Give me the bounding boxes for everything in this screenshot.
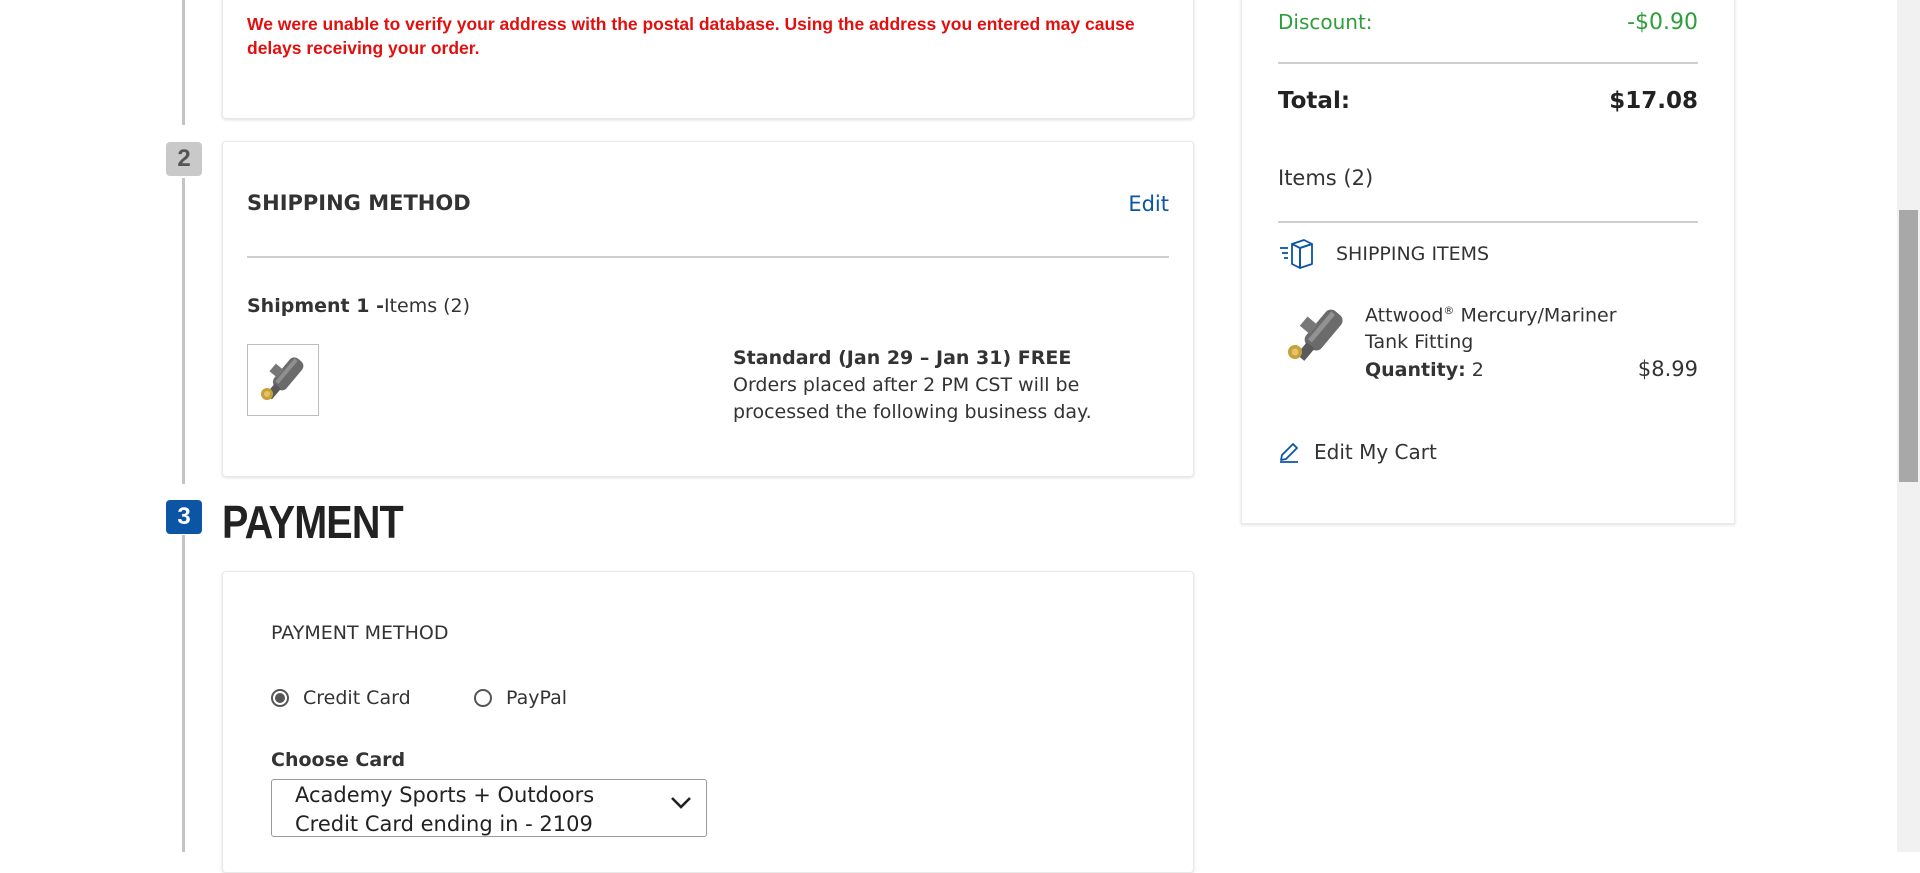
paypal-radio-option[interactable]: PayPal — [474, 687, 567, 709]
delivery-option-note: Orders placed after 2 PM CST will be pro… — [733, 374, 1092, 423]
shipping-method-edit-link[interactable]: Edit — [1128, 192, 1169, 216]
line-item-name[interactable]: Attwood® Mercury/Mariner Tank Fitting — [1365, 297, 1665, 356]
divider — [247, 256, 1169, 258]
shipping-items-label: SHIPPING ITEMS — [1336, 243, 1490, 265]
credit-card-label: Credit Card — [303, 687, 411, 709]
total-row: Total: $17.08 — [1278, 88, 1698, 114]
quantity-value: 2 — [1471, 359, 1484, 381]
discount-value: -$0.90 — [1627, 10, 1698, 35]
edit-my-cart-label: Edit My Cart — [1314, 440, 1437, 464]
quantity-label: Quantity: — [1365, 359, 1466, 381]
delivery-option: Standard (Jan 29 – Jan 31) FREE Orders p… — [733, 345, 1133, 426]
line-item-price: $8.99 — [1637, 357, 1698, 381]
total-value: $17.08 — [1609, 88, 1698, 114]
paypal-label: PayPal — [506, 687, 568, 709]
divider — [1278, 62, 1698, 64]
choose-card-select[interactable]: Academy Sports + Outdoors Credit Card en… — [271, 779, 707, 837]
shipping-method-card: SHIPPING METHOD Edit Shipment 1 -Items (… — [222, 141, 1194, 477]
address-verification-warning: We were unable to verify your address wi… — [247, 14, 1135, 58]
checkout-timeline-upper — [182, 0, 185, 125]
line-item-brand: Attwood — [1365, 304, 1444, 327]
line-item-image — [1276, 301, 1356, 371]
page-scrollbar-track[interactable] — [1897, 0, 1920, 852]
discount-row: Discount: -$0.90 — [1278, 10, 1698, 35]
radio-selected-icon[interactable] — [271, 689, 289, 707]
divider — [1278, 221, 1698, 223]
shipping-address-card: We were unable to verify your address wi… — [222, 0, 1194, 119]
choose-card-label: Choose Card — [271, 749, 406, 771]
payment-heading: PAYMENT — [222, 496, 404, 548]
shipment-label: Shipment 1 -Items (2) — [247, 295, 470, 317]
payment-method-label: PAYMENT METHOD — [271, 622, 449, 644]
chevron-down-icon — [671, 797, 691, 809]
edit-my-cart-link[interactable]: Edit My Cart — [1278, 440, 1437, 464]
step-3-badge: 3 — [166, 500, 202, 534]
selected-card-value: Academy Sports + Outdoors Credit Card en… — [295, 783, 595, 836]
items-count: Items (2) — [1278, 166, 1374, 190]
page-scrollbar-thumb[interactable] — [1899, 210, 1918, 482]
line-item-quantity: Quantity: 2 — [1365, 359, 1484, 381]
delivery-option-title: Standard (Jan 29 – Jan 31) FREE — [733, 347, 1072, 369]
shipment-number: Shipment 1 - — [247, 295, 384, 317]
discount-label: Discount: — [1278, 10, 1373, 34]
shipment-product-thumbnail — [247, 344, 319, 416]
tank-fitting-image — [1288, 309, 1343, 361]
credit-card-radio-option[interactable]: Credit Card — [271, 687, 411, 709]
shipping-items-header: SHIPPING ITEMS — [1278, 238, 1489, 270]
total-label: Total: — [1278, 88, 1351, 114]
checkout-timeline-middle — [182, 178, 185, 484]
order-summary-panel: Discount: -$0.90 Total: $17.08 Items (2)… — [1241, 0, 1735, 524]
shipment-items-count: Items (2) — [383, 295, 471, 317]
trademark-symbol: ® — [1443, 304, 1455, 317]
checkout-timeline-lower — [182, 535, 185, 852]
tank-fitting-image — [261, 357, 304, 400]
pencil-icon — [1280, 443, 1298, 463]
shipping-method-title: SHIPPING METHOD — [247, 191, 471, 215]
payment-card: PAYMENT METHOD Credit Card PayPal Choose… — [222, 571, 1194, 873]
radio-unselected-icon[interactable] — [474, 689, 492, 707]
step-2-badge: 2 — [166, 142, 202, 176]
package-icon — [1280, 239, 1313, 269]
